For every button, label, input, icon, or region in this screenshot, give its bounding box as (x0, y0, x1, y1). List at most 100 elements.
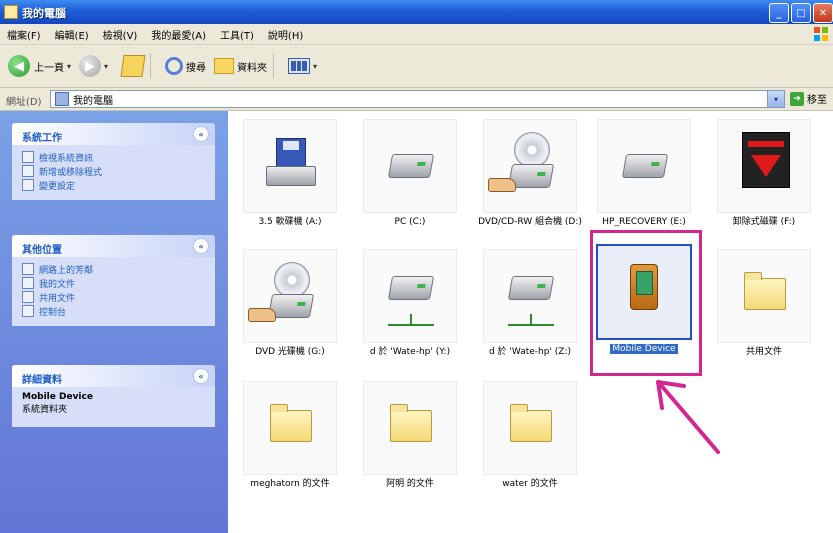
up-button[interactable] (116, 55, 146, 77)
folder-icon (717, 249, 811, 343)
add-remove-icon (22, 165, 34, 177)
details-header[interactable]: 詳細資料 « (12, 365, 215, 387)
toolbar-separator (150, 53, 152, 79)
folders-label: 資料夾 (237, 62, 268, 74)
documents-icon (22, 277, 34, 289)
menu-favorites[interactable]: 我的最愛(A) (144, 27, 213, 42)
go-button[interactable]: ➜ 移至 (790, 91, 827, 106)
address-bar: 網址(D) 我的電腦 ▾ ➜ 移至 (0, 88, 833, 111)
system-info-icon (22, 151, 34, 163)
maximize-button[interactable]: □ (791, 3, 811, 23)
back-label: 上一頁 (34, 62, 64, 74)
system-tasks-panel: 系統工作 « 檢視系統資訊 新增或移除程式 變更設定 (12, 123, 215, 200)
toolbar-separator (273, 53, 275, 79)
place-my-documents[interactable]: 我的文件 (22, 276, 205, 290)
views-icon (288, 58, 311, 74)
task-add-remove-programs[interactable]: 新增或移除程式 (22, 164, 205, 178)
drive-item[interactable]: DVD/CD-RW 組合機 (D:) (474, 119, 586, 228)
menu-bar: 檔案(F) 編輯(E) 檢視(V) 我的最愛(A) 工具(T) 說明(H) (0, 24, 833, 45)
views-dropdown-icon[interactable]: ▾ (313, 62, 317, 71)
shared-folder-icon (22, 291, 34, 303)
folder-icon (243, 381, 337, 475)
drive-item[interactable]: 卸除式磁碟 (F:) (708, 119, 820, 228)
drive-item[interactable]: PC (C:) (354, 119, 466, 228)
menu-view[interactable]: 檢視(V) (96, 27, 145, 42)
forward-button[interactable]: ▶ ▾ (79, 55, 108, 77)
task-view-system-info[interactable]: 檢視系統資訊 (22, 150, 205, 164)
address-dropdown-icon[interactable]: ▾ (767, 90, 785, 108)
address-label: 網址(D) (6, 97, 42, 108)
annotation-arrow-icon (656, 380, 720, 454)
folders-button[interactable]: 資料夾 (214, 58, 267, 74)
go-arrow-icon: ➜ (790, 91, 804, 106)
other-places-header[interactable]: 其他位置 « (12, 235, 215, 257)
menu-file[interactable]: 檔案(F) (0, 27, 48, 42)
details-title: 詳細資料 (22, 375, 62, 386)
folder-up-icon (120, 55, 146, 77)
drive-item[interactable]: 3.5 軟碟機 (A:) (234, 119, 346, 228)
hard-drive-icon (363, 119, 457, 213)
network-drive-icon (363, 249, 457, 343)
drive-item[interactable]: DVD 光碟機 (G:) (234, 249, 346, 358)
task-change-setting[interactable]: 變更設定 (22, 178, 205, 192)
hard-drive-icon (597, 119, 691, 213)
place-control-panel[interactable]: 控制台 (22, 304, 205, 318)
file-view: 3.5 軟碟機 (A:) PC (C:) DVD/CD-RW 組合機 (D:) … (228, 111, 833, 533)
menu-help[interactable]: 說明(H) (261, 27, 310, 42)
collapse-icon[interactable]: « (193, 238, 209, 254)
network-icon (22, 263, 34, 275)
folders-icon (214, 58, 235, 74)
search-icon (165, 57, 184, 75)
collapse-icon[interactable]: « (193, 126, 209, 142)
search-button[interactable]: 搜尋 (165, 57, 206, 75)
floppy-drive-icon (243, 119, 337, 213)
toolbar: ◀ 上一頁 ▾ ▶ ▾ 搜尋 資料夾 ▾ (0, 45, 833, 88)
back-dropdown-icon[interactable]: ▾ (67, 62, 71, 71)
collapse-icon[interactable]: « (193, 368, 209, 384)
my-computer-small-icon (55, 92, 69, 106)
explorer-window: 我的電腦 _ □ ✕ 檔案(F) 編輯(E) 檢視(V) 我的最愛(A) 工具(… (0, 0, 833, 533)
control-panel-icon (22, 305, 34, 317)
place-shared-documents[interactable]: 共用文件 (22, 290, 205, 304)
address-input[interactable]: 我的電腦 ▾ (50, 90, 785, 108)
settings-icon (22, 179, 34, 191)
back-arrow-icon: ◀ (8, 55, 30, 77)
dvd-drive-icon (243, 249, 337, 343)
go-label: 移至 (807, 95, 827, 106)
address-value: 我的電腦 (73, 95, 113, 107)
task-pane: 系統工作 « 檢視系統資訊 新增或移除程式 變更設定 其他位置 « 網路上的芳鄰… (0, 111, 228, 533)
dvd-cdrw-icon (483, 119, 577, 213)
drive-item[interactable]: HP_RECOVERY (E:) (588, 119, 700, 228)
other-places-title: 其他位置 (22, 245, 62, 256)
title-bar[interactable]: 我的電腦 _ □ ✕ (0, 0, 833, 24)
folder-item[interactable]: 共用文件 (708, 249, 820, 358)
forward-dropdown-icon[interactable]: ▾ (104, 62, 108, 71)
menu-tools[interactable]: 工具(T) (213, 27, 261, 42)
place-network[interactable]: 網路上的芳鄰 (22, 262, 205, 276)
system-tasks-header[interactable]: 系統工作 « (12, 123, 215, 145)
back-button[interactable]: ◀ 上一頁 ▾ (8, 55, 71, 77)
drive-item[interactable]: d 於 'Wate-hp' (Z:) (474, 249, 586, 358)
close-button[interactable]: ✕ (813, 3, 833, 23)
window-title: 我的電腦 (22, 7, 66, 20)
highlight-box (590, 230, 702, 376)
details-panel: 詳細資料 « Mobile Device 系統資料夾 (12, 365, 215, 427)
folder-icon (483, 381, 577, 475)
folder-item[interactable]: water 的文件 (474, 381, 586, 490)
windows-logo-icon (814, 27, 828, 41)
views-button[interactable]: ▾ (288, 58, 317, 74)
network-drive-icon (483, 249, 577, 343)
folder-item[interactable]: 阿明 的文件 (354, 381, 466, 490)
minimize-button[interactable]: _ (769, 3, 789, 23)
forward-arrow-icon: ▶ (79, 55, 102, 77)
folder-icon (363, 381, 457, 475)
system-tasks-title: 系統工作 (22, 133, 62, 144)
my-computer-icon (4, 5, 18, 19)
search-label: 搜尋 (186, 62, 207, 74)
other-places-panel: 其他位置 « 網路上的芳鄰 我的文件 共用文件 控制台 (12, 235, 215, 326)
folder-item[interactable]: meghatorn 的文件 (234, 381, 346, 490)
drive-item[interactable]: d 於 'Wate-hp' (Y:) (354, 249, 466, 358)
menu-edit[interactable]: 編輯(E) (48, 27, 96, 42)
details-item-name: Mobile Device (22, 392, 93, 402)
details-item-type: 系統資料夾 (22, 405, 68, 415)
